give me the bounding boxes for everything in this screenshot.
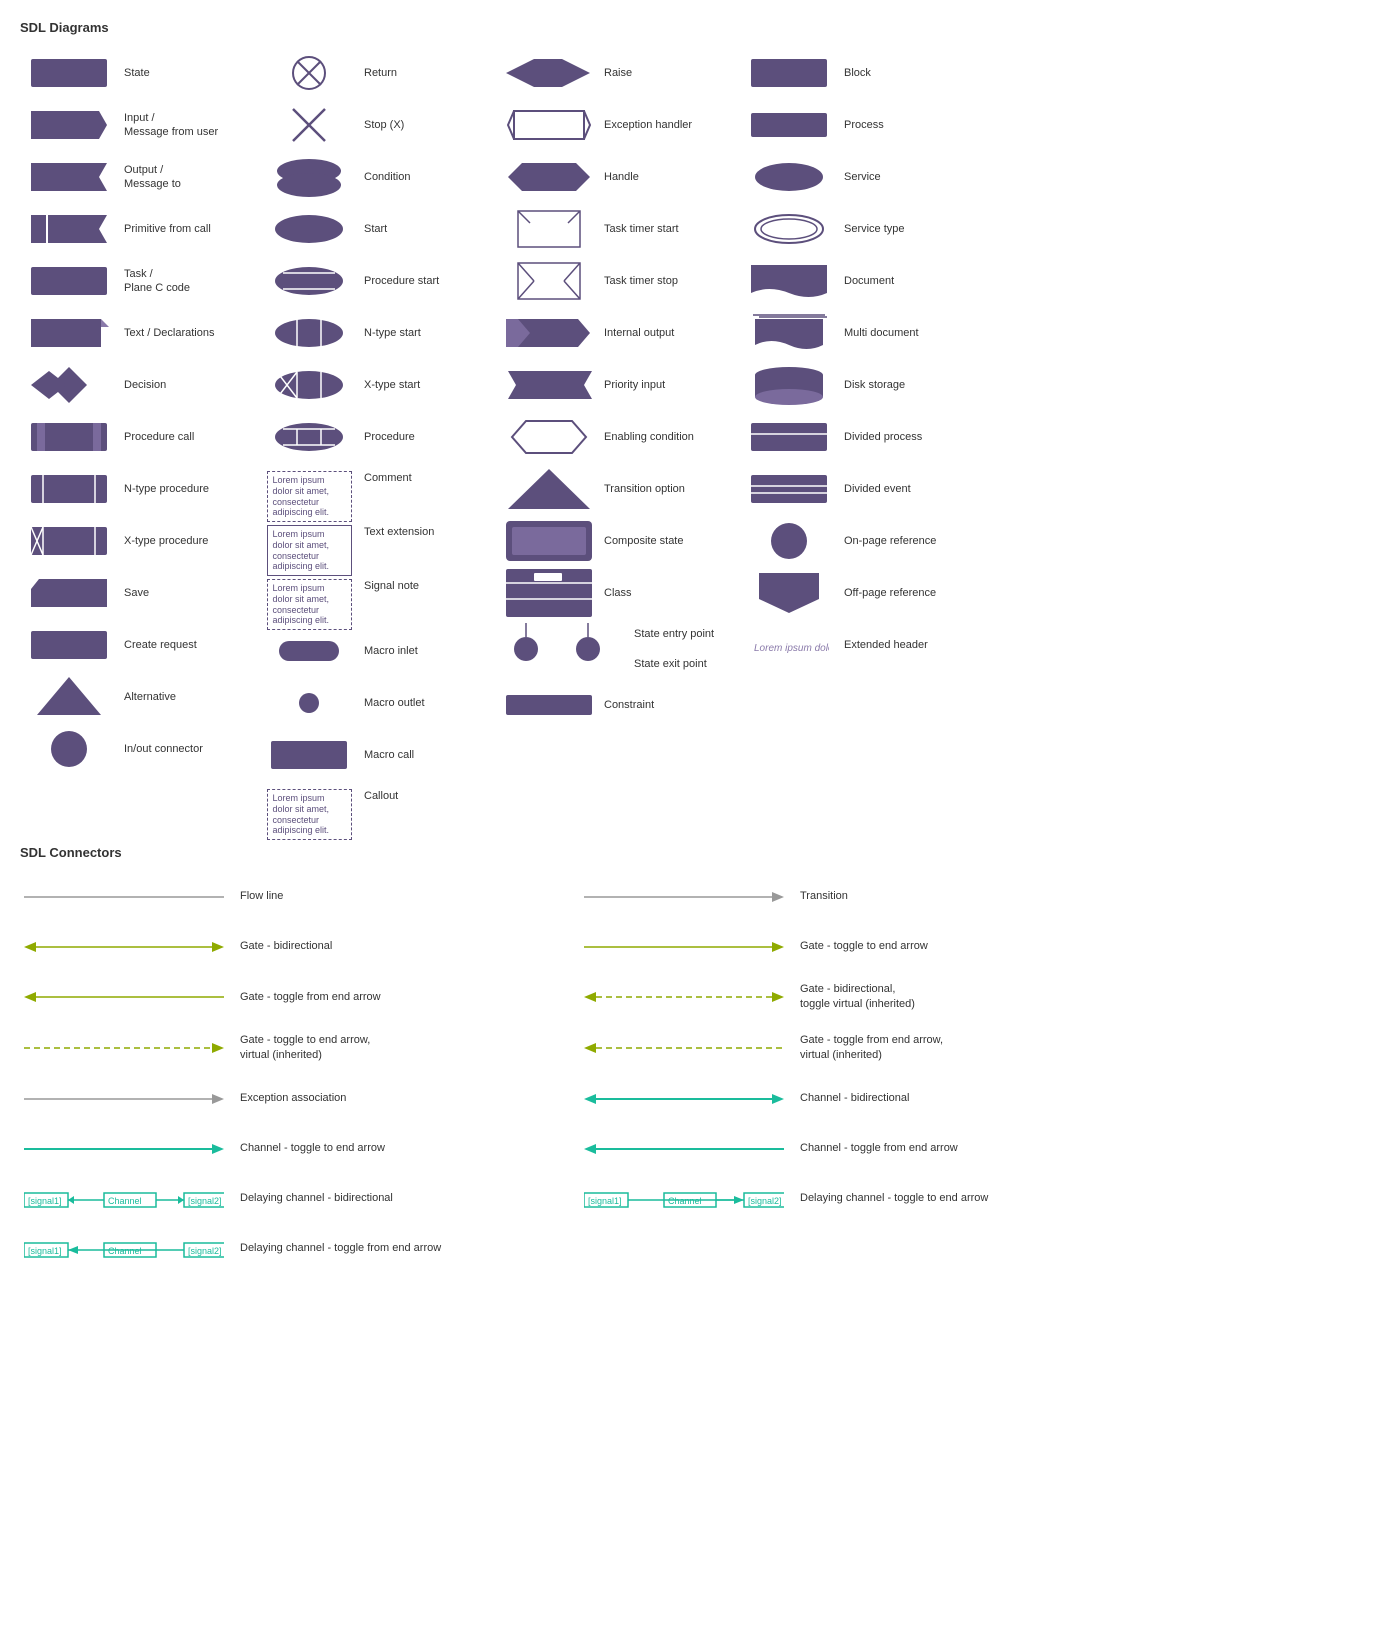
shape-return: Return — [260, 47, 500, 99]
connector-channel-bidi: Channel - bidirectional — [580, 1074, 1140, 1124]
connector-exception-assoc: Exception association — [20, 1074, 580, 1124]
shape-off-page: Off-page reference — [740, 567, 980, 619]
svg-text:[signal2]: [signal2] — [748, 1196, 782, 1206]
shape-macro-outlet: Macro outlet — [260, 677, 500, 729]
shape-class: Class — [500, 567, 740, 619]
shape-primitive: Primitive from call — [20, 203, 260, 255]
connector-delaying-bidi: [signal1] Channel [signal2] Delaying cha… — [20, 1174, 580, 1224]
shape-condition: Condition — [260, 151, 500, 203]
shape-input: Input /Message from user — [20, 99, 260, 151]
shape-priority-input: Priority input — [500, 359, 740, 411]
connector-gate-toggle-from-virtual: Gate - toggle from end arrow,virtual (in… — [580, 1023, 1140, 1074]
shape-output: Output /Message to — [20, 151, 260, 203]
svg-text:Lorem ipsum dolor: Lorem ipsum dolor — [754, 643, 829, 654]
shape-save: Save — [20, 567, 260, 619]
shape-procedure-start: Procedure start — [260, 255, 500, 307]
shape-multi-document: Multi document — [740, 307, 980, 359]
shape-on-page: On-page reference — [740, 515, 980, 567]
svg-text:Channel: Channel — [108, 1196, 142, 1206]
shape-create-request: Create request — [20, 619, 260, 671]
shape-composite-state: Composite state — [500, 515, 740, 567]
shape-divided-process: Divided process — [740, 411, 980, 463]
connector-channel-toggle-end: Channel - toggle to end arrow — [20, 1124, 580, 1174]
connector-gate-toggle-end-virtual: Gate - toggle to end arrow,virtual (inhe… — [20, 1023, 580, 1074]
connector-gate-toggle-from: Gate - toggle from end arrow — [20, 972, 580, 1023]
shape-service: Service — [740, 151, 980, 203]
shape-service-type: Service type — [740, 203, 980, 255]
shape-ntype-procedure: N-type procedure — [20, 463, 260, 515]
connector-gate-bidi-virtual: Gate - bidirectional,toggle virtual (inh… — [580, 972, 1140, 1023]
connectors-grid: Flow line Transition Gate - bidirecti — [20, 872, 1366, 1274]
connector-channel-toggle-from: Channel - toggle from end arrow — [580, 1124, 1140, 1174]
sdl-diagrams-title: SDL Diagrams — [20, 20, 1366, 35]
sdl-diagrams-grid: State Input /Message from user Output /M… — [20, 47, 1366, 835]
shape-xtype-procedure: X-type procedure — [20, 515, 260, 567]
shape-comment: Lorem ipsum dolor sit amet, consectetur … — [260, 463, 500, 517]
shape-disk-storage: Disk storage — [740, 359, 980, 411]
shape-task-timer-start: Task timer start — [500, 203, 740, 255]
shape-text-extension: Lorem ipsumdolor sit amet,consecteturadi… — [260, 517, 500, 571]
sdl-connectors-section: SDL Connectors Flow line Transition — [20, 845, 1366, 1274]
sdl-connectors-title: SDL Connectors — [20, 845, 1366, 860]
shape-procedure: Procedure — [260, 411, 500, 463]
shape-document: Document — [740, 255, 980, 307]
shape-constraint: Constraint — [500, 679, 740, 731]
shape-procedure-call: Procedure call — [20, 411, 260, 463]
connector-delaying-toggle-from: [signal1] Channel [signal2] Delaying cha… — [20, 1224, 580, 1274]
shape-block: Block — [740, 47, 980, 99]
shape-task: Task /Plane C code — [20, 255, 260, 307]
shape-task-timer-stop: Task timer stop — [500, 255, 740, 307]
shape-handle: Handle — [500, 151, 740, 203]
shape-callout: Lorem ipsum dolor sit amet,consecteturad… — [260, 781, 500, 835]
shape-decision: Decision — [20, 359, 260, 411]
shape-process: Process — [740, 99, 980, 151]
shape-alternative: Alternative — [20, 671, 260, 723]
shape-xtype-start: X-type start — [260, 359, 500, 411]
svg-text:[signal2]: [signal2] — [188, 1196, 222, 1206]
shape-state-entry-exit: State entry point State exit point — [500, 619, 740, 679]
shape-inout-connector: In/out connector — [20, 723, 260, 775]
shape-text: Text / Declarations — [20, 307, 260, 359]
connector-delaying-toggle-end: [signal1] Channel [signal2] Delaying cha… — [580, 1174, 1140, 1224]
connector-gate-bidi: Gate - bidirectional — [20, 922, 580, 972]
shape-macro-inlet: Macro inlet — [260, 625, 500, 677]
svg-text:[signal1]: [signal1] — [28, 1246, 62, 1256]
svg-text:[signal2]: [signal2] — [188, 1246, 222, 1256]
shape-extended-header: Lorem ipsum dolor Extended header — [740, 619, 980, 671]
connector-flow-line: Flow line — [20, 872, 580, 922]
svg-text:Channel: Channel — [108, 1246, 142, 1256]
shape-start: Start — [260, 203, 500, 255]
shape-raise: Raise — [500, 47, 740, 99]
shape-macro-call: Macro call — [260, 729, 500, 781]
connector-transition: Transition — [580, 872, 1140, 922]
svg-text:[signal1]: [signal1] — [588, 1196, 622, 1206]
shape-internal-output: Internal output — [500, 307, 740, 359]
connector-gate-toggle-end: Gate - toggle to end arrow — [580, 922, 1140, 972]
svg-text:[signal1]: [signal1] — [28, 1196, 62, 1206]
shape-ntype-start: N-type start — [260, 307, 500, 359]
shape-stop: Stop (X) — [260, 99, 500, 151]
shape-transition-option: Transition option — [500, 463, 740, 515]
shape-signal-note: Lorem ipsum dolor sit amet,consecteturad… — [260, 571, 500, 625]
svg-text:Channel: Channel — [668, 1196, 702, 1206]
shape-enabling-condition: Enabling condition — [500, 411, 740, 463]
shape-divided-event: Divided event — [740, 463, 980, 515]
shape-state: State — [20, 47, 260, 99]
shape-exception-handler: Exception handler — [500, 99, 740, 151]
